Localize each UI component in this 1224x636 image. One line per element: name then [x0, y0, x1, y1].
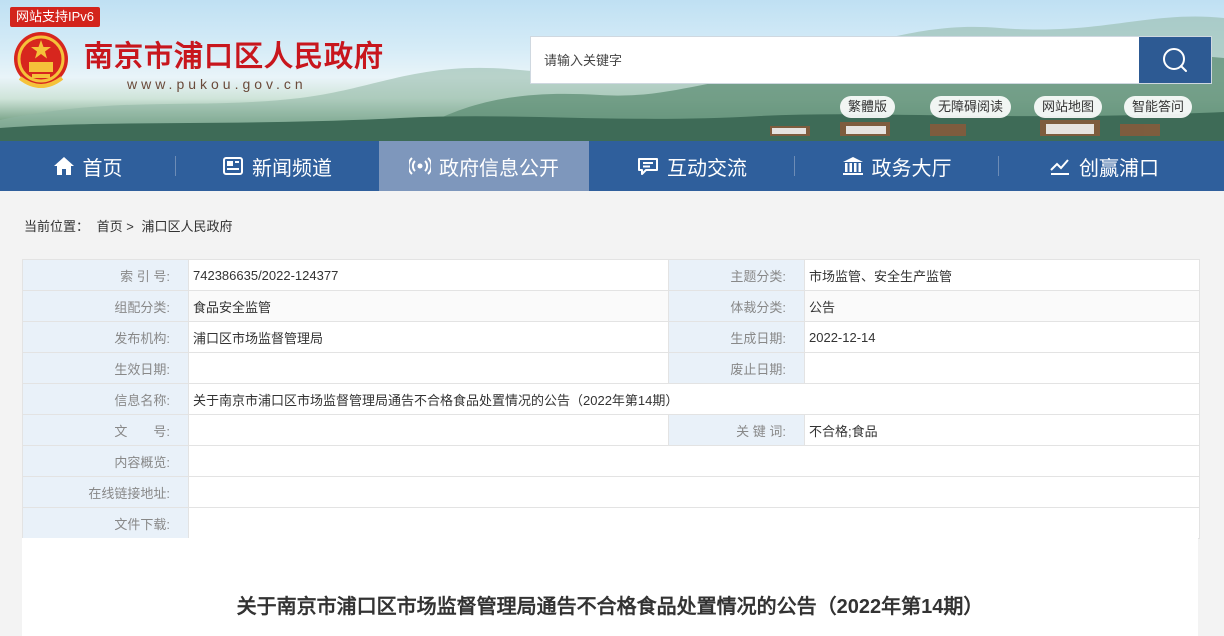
- ipv6-badge: 网站支持IPv6: [10, 7, 101, 27]
- search-icon: [1163, 48, 1187, 72]
- nav-label: 首页: [82, 157, 123, 180]
- search-box: [530, 36, 1212, 84]
- national-emblem-icon: [14, 32, 68, 88]
- index-no-value: 742386635/2022-124377: [188, 259, 669, 291]
- chat-icon: [637, 156, 659, 176]
- nav-item-gov-info[interactable]: 政府信息公开: [379, 141, 589, 191]
- genre-value: 公告: [804, 290, 1200, 322]
- keywords-value: 不合格;食品: [804, 414, 1200, 446]
- table-row: 发布机构: 浦口区市场监督管理局 生成日期: 2022-12-14: [22, 321, 1200, 353]
- doc-no-label: 文 号:: [22, 414, 189, 446]
- summary-label: 内容概览:: [22, 445, 189, 477]
- broadcast-icon: [409, 156, 431, 176]
- topic-value: 市场监管、安全生产监管: [804, 259, 1200, 291]
- info-name-label: 信息名称:: [22, 383, 189, 415]
- nav-item-interaction[interactable]: 互动交流: [590, 141, 794, 191]
- table-row: 组配分类: 食品安全监管 体裁分类: 公告: [22, 290, 1200, 322]
- topic-label: 主题分类:: [668, 259, 805, 291]
- effective-label: 生效日期:: [22, 352, 189, 384]
- main-nav: 首页 新闻频道 政府信息公开 互动交流 政务大厅 创赢浦口: [0, 141, 1224, 191]
- publisher-label: 发布机构:: [22, 321, 189, 353]
- created-label: 生成日期:: [668, 321, 805, 353]
- nav-label: 政务大厅: [871, 157, 952, 180]
- nav-item-home[interactable]: 首页: [0, 141, 175, 191]
- breadcrumb-prefix: 当前位置：: [24, 219, 90, 234]
- table-row: 生效日期: 废止日期:: [22, 352, 1200, 384]
- breadcrumb-home-link[interactable]: 首页: [97, 219, 123, 234]
- site-url: www.pukou.gov.cn: [127, 76, 307, 92]
- org-category-value: 食品安全监管: [188, 290, 669, 322]
- index-no-label: 索 引 号:: [22, 259, 189, 291]
- search-input[interactable]: [531, 37, 1140, 83]
- breadcrumb-separator: >: [126, 219, 134, 234]
- header-banner: 网站支持IPv6 南京市浦口区人民政府 www.pukou.gov.cn 繁體版…: [0, 0, 1224, 141]
- document-meta-table: 索 引 号: 742386635/2022-124377 主题分类: 市场监管、…: [22, 259, 1200, 539]
- genre-label: 体裁分类:: [668, 290, 805, 322]
- nav-label: 创赢浦口: [1079, 157, 1159, 180]
- summary-value: [188, 445, 1200, 477]
- newspaper-icon: [222, 156, 244, 176]
- breadcrumb: 当前位置： 首页 > 浦口区人民政府: [24, 216, 233, 235]
- publisher-value: 浦口区市场监督管理局: [188, 321, 669, 353]
- effective-value: [188, 352, 669, 384]
- bank-icon: [842, 156, 864, 176]
- smart-qa-link[interactable]: 智能答问: [1124, 96, 1193, 118]
- chart-icon: [1049, 156, 1071, 176]
- table-row: 文 号: 关 键 词: 不合格;食品: [22, 414, 1200, 446]
- search-button[interactable]: [1139, 37, 1211, 83]
- link-value[interactable]: [188, 476, 1200, 508]
- site-title[interactable]: 南京市浦口区人民政府: [84, 33, 384, 75]
- accessibility-link[interactable]: 无障碍阅读: [930, 96, 1012, 118]
- article-title: 关于南京市浦口区市场监督管理局通告不合格食品处置情况的公告（2022年第14期）: [236, 596, 984, 618]
- home-icon: [53, 156, 75, 176]
- link-label: 在线链接地址:: [22, 476, 189, 508]
- nav-label: 政府信息公开: [439, 157, 559, 180]
- nav-label: 新闻频道: [252, 157, 332, 180]
- keywords-label: 关 键 词:: [668, 414, 805, 446]
- nav-label: 互动交流: [667, 157, 747, 180]
- table-row: 在线链接地址:: [22, 476, 1200, 508]
- nav-item-news[interactable]: 新闻频道: [176, 141, 378, 191]
- expired-value: [804, 352, 1200, 384]
- breadcrumb-current-link[interactable]: 浦口区人民政府: [142, 219, 233, 234]
- table-row: 索 引 号: 742386635/2022-124377 主题分类: 市场监管、…: [22, 259, 1200, 291]
- sitemap-link[interactable]: 网站地图: [1034, 96, 1103, 118]
- expired-label: 废止日期:: [668, 352, 805, 384]
- table-row: 内容概览:: [22, 445, 1200, 477]
- table-row: 信息名称: 关于南京市浦口区市场监督管理局通告不合格食品处置情况的公告（2022…: [22, 383, 1200, 415]
- nav-item-service-hall[interactable]: 政务大厅: [795, 141, 998, 191]
- nav-item-pukou-win[interactable]: 创赢浦口: [999, 141, 1209, 191]
- doc-no-value: [188, 414, 669, 446]
- download-value[interactable]: [188, 507, 1200, 539]
- traditional-chinese-link[interactable]: 繁體版: [840, 96, 896, 118]
- created-value: 2022-12-14: [804, 321, 1200, 353]
- download-label: 文件下载:: [22, 507, 189, 539]
- info-name-value: 关于南京市浦口区市场监督管理局通告不合格食品处置情况的公告（2022年第14期）: [188, 383, 1200, 415]
- table-row: 文件下载:: [22, 507, 1200, 539]
- article-body: 关于南京市浦口区市场监督管理局通告不合格食品处置情况的公告（2022年第14期）: [22, 538, 1198, 636]
- org-category-label: 组配分类:: [22, 290, 189, 322]
